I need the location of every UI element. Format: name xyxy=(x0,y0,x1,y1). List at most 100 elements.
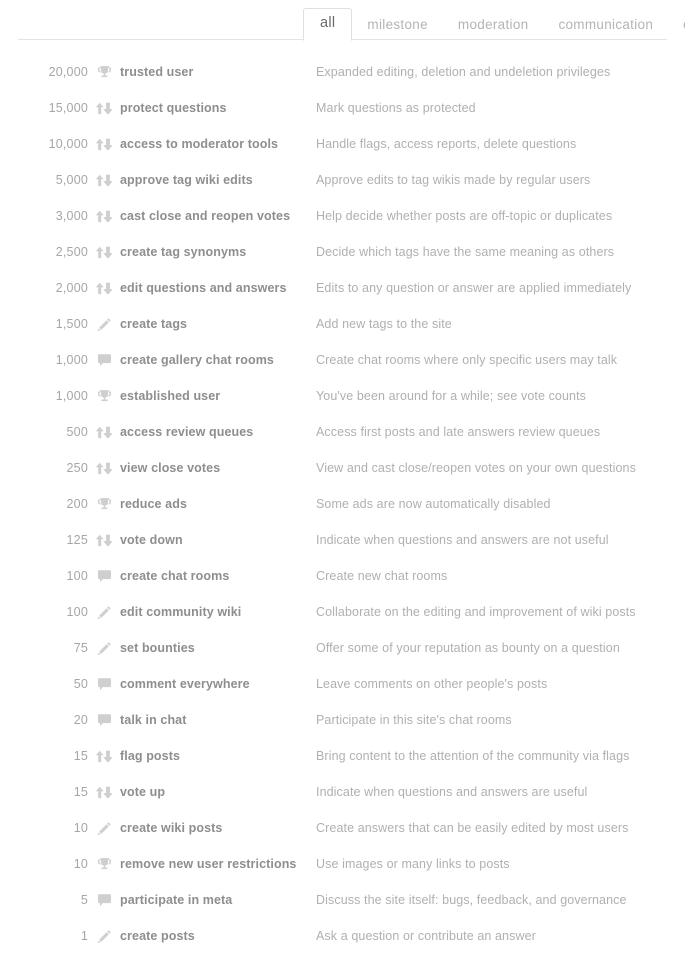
privilege-row[interactable]: 2,000 edit questions and answers Edits to … xyxy=(0,270,685,306)
privilege-reputation: 15,000 xyxy=(48,101,88,115)
privilege-row[interactable]: 75 set bounties Offer some of your reputat… xyxy=(0,630,685,666)
privilege-icon-cell xyxy=(88,929,120,944)
privilege-row[interactable]: 125 vote down Indicate when questions and … xyxy=(0,522,685,558)
privilege-reputation: 75 xyxy=(73,641,88,655)
privilege-description: Some ads are now automatically disabled xyxy=(316,497,551,511)
privilege-name[interactable]: edit community wiki xyxy=(120,605,316,619)
privilege-description: Access first posts and late answers revi… xyxy=(316,425,601,439)
privilege-row[interactable]: 1,500 create tags Add new tags to the site xyxy=(0,306,685,342)
privilege-row[interactable]: 100 create chat rooms Create new chat room… xyxy=(0,558,685,594)
privilege-name[interactable]: create tags xyxy=(120,317,316,331)
privilege-name[interactable]: protect questions xyxy=(120,101,316,115)
privilege-reputation: 20,000 xyxy=(48,65,88,79)
privilege-reputation: 15 xyxy=(73,749,88,763)
privilege-name[interactable]: cast close and reopen votes xyxy=(120,209,316,223)
privilege-name[interactable]: reduce ads xyxy=(120,497,316,511)
vote-arrows-icon xyxy=(95,426,113,439)
privilege-row[interactable]: 15 vote up Indicate when questions and ans… xyxy=(0,774,685,810)
privilege-row[interactable]: 500 access review queues Access first post… xyxy=(0,414,685,450)
privilege-name[interactable]: flag posts xyxy=(120,749,316,763)
privilege-name[interactable]: participate in meta xyxy=(120,893,316,907)
tab-communication[interactable]: communication xyxy=(543,11,668,41)
vote-arrows-icon xyxy=(95,138,113,151)
privilege-reputation: 125 xyxy=(66,533,88,547)
privilege-name[interactable]: established user xyxy=(120,389,316,403)
tab-milestone[interactable]: milestone xyxy=(352,11,442,41)
privilege-description: Help decide whether posts are off-topic … xyxy=(316,209,613,223)
privilege-description: Participate in this site's chat rooms xyxy=(316,713,512,727)
privilege-reputation: 1 xyxy=(80,929,88,943)
vote-arrows-icon xyxy=(95,174,113,187)
privilege-icon-cell xyxy=(88,426,120,439)
privilege-description: You've been around for a while; see vote… xyxy=(316,389,587,403)
privilege-reputation: 3,000 xyxy=(55,209,88,223)
privilege-row[interactable]: 2,500 create tag synonyms Decide which tag… xyxy=(0,234,685,270)
privilege-row[interactable]: 20,000 trusted user Expanded editing, dele… xyxy=(0,54,685,90)
pencil-icon xyxy=(97,605,111,619)
vote-arrows-icon xyxy=(95,282,113,295)
privilege-row[interactable]: 10 create wiki posts Create answers that c… xyxy=(0,810,685,846)
vote-arrows-icon xyxy=(95,786,113,799)
privilege-name[interactable]: create chat rooms xyxy=(120,569,316,583)
privilege-row[interactable]: 1 create posts Ask a question or contribut… xyxy=(0,918,685,954)
vote-arrows-icon xyxy=(95,102,113,115)
privilege-name[interactable]: remove new user restrictions xyxy=(120,857,316,871)
privilege-description: Create new chat rooms xyxy=(316,569,448,583)
privilege-name[interactable]: create tag synonyms xyxy=(120,245,316,259)
privilege-name[interactable]: create posts xyxy=(120,929,316,943)
tab-creation[interactable]: creation xyxy=(668,11,685,41)
privilege-name[interactable]: trusted user xyxy=(120,65,316,79)
privilege-row[interactable]: 5 participate in meta Discuss the site its… xyxy=(0,882,685,918)
privilege-description: Expanded editing, deletion and undeletio… xyxy=(316,65,611,79)
privilege-description: Mark questions as protected xyxy=(316,101,476,115)
privilege-name[interactable]: set bounties xyxy=(120,641,316,655)
privilege-name[interactable]: talk in chat xyxy=(120,713,316,727)
privilege-reputation: 15 xyxy=(73,785,88,799)
privilege-icon-cell xyxy=(88,174,120,187)
privilege-description: Indicate when questions and answers are … xyxy=(316,785,588,799)
privilege-name[interactable]: access review queues xyxy=(120,425,316,439)
tab-moderation[interactable]: moderation xyxy=(443,11,544,41)
pencil-icon xyxy=(97,821,111,835)
privilege-icon-cell xyxy=(88,210,120,223)
privilege-row[interactable]: 3,000 cast close and reopen votes Help dec… xyxy=(0,198,685,234)
privilege-row[interactable]: 1,000 established user You've been around … xyxy=(0,378,685,414)
privilege-reputation: 1,000 xyxy=(55,353,88,367)
privilege-row[interactable]: 100 edit community wiki Collaborate on the… xyxy=(0,594,685,630)
privilege-row[interactable]: 10,000 access to moderator tools Handle fl… xyxy=(0,126,685,162)
privilege-name[interactable]: vote up xyxy=(120,785,316,799)
privilege-reputation: 10 xyxy=(73,857,88,871)
privilege-description: Bring content to the attention of the co… xyxy=(316,749,630,763)
vote-arrows-icon xyxy=(95,246,113,259)
speech-bubble-icon xyxy=(97,714,111,727)
privilege-name[interactable]: approve tag wiki edits xyxy=(120,173,316,187)
privilege-description: Edits to any question or answer are appl… xyxy=(316,281,632,295)
trophy-icon xyxy=(97,389,111,401)
privilege-icon-cell xyxy=(88,786,120,799)
pencil-icon xyxy=(97,641,111,655)
privilege-name[interactable]: comment everywhere xyxy=(120,677,316,691)
privilege-description: Add new tags to the site xyxy=(316,317,452,331)
privilege-name[interactable]: vote down xyxy=(120,533,316,547)
privilege-row[interactable]: 200 reduce ads Some ads are now automatica… xyxy=(0,486,685,522)
privilege-description: View and cast close/reopen votes on your… xyxy=(316,461,636,475)
speech-bubble-icon xyxy=(97,894,111,907)
trophy-icon xyxy=(97,497,111,509)
privilege-row[interactable]: 250 view close votes View and cast close/r… xyxy=(0,450,685,486)
privilege-row[interactable]: 50 comment everywhere Leave comments on ot… xyxy=(0,666,685,702)
privilege-name[interactable]: view close votes xyxy=(120,461,316,475)
privilege-row[interactable]: 15 flag posts Bring content to the attenti… xyxy=(0,738,685,774)
privilege-row[interactable]: 10 remove new user restrictions Use images… xyxy=(0,846,685,882)
privilege-description: Create answers that can be easily edited… xyxy=(316,821,629,835)
privilege-row[interactable]: 5,000 approve tag wiki edits Approve edits… xyxy=(0,162,685,198)
vote-arrows-icon xyxy=(95,534,113,547)
privilege-name[interactable]: create wiki posts xyxy=(120,821,316,835)
privilege-icon-cell xyxy=(88,497,120,512)
tab-all[interactable]: all xyxy=(303,7,353,41)
privilege-name[interactable]: create gallery chat rooms xyxy=(120,353,316,367)
privilege-row[interactable]: 1,000 create gallery chat rooms Create cha… xyxy=(0,342,685,378)
privilege-name[interactable]: access to moderator tools xyxy=(120,137,316,151)
privilege-row[interactable]: 15,000 protect questions Mark questions as… xyxy=(0,90,685,126)
privilege-row[interactable]: 20 talk in chat Participate in this site's… xyxy=(0,702,685,738)
privilege-name[interactable]: edit questions and answers xyxy=(120,281,316,295)
